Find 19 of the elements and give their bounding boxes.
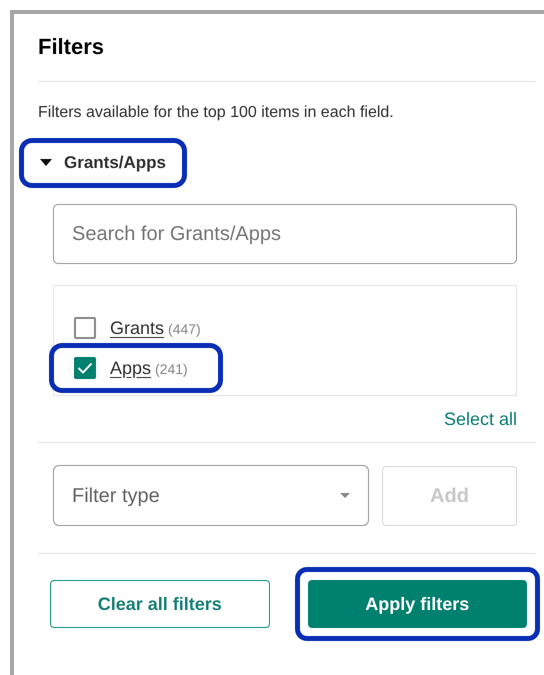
clear-button[interactable]: Clear all filters xyxy=(50,580,270,628)
filter-option[interactable]: Grants (447) xyxy=(54,308,231,348)
description: Filters available for the top 100 items in each field. xyxy=(38,103,395,123)
checkbox[interactable] xyxy=(74,317,96,339)
filter-option[interactable]: Apps (241) xyxy=(54,348,218,388)
select-all-link[interactable]: Select all xyxy=(444,408,517,430)
panel-title: Filters xyxy=(38,34,104,59)
search-field[interactable]: Search for Grants/Apps xyxy=(53,204,517,264)
section-toggle[interactable]: Grants/Apps xyxy=(24,143,182,183)
checkbox[interactable] xyxy=(74,357,96,379)
option-count: (241) xyxy=(155,360,188,379)
apply-button[interactable]: Apply filters xyxy=(308,580,527,628)
check-icon xyxy=(77,362,93,374)
option-count: (447) xyxy=(168,320,201,339)
filter-type-select[interactable]: Filter type xyxy=(53,465,369,526)
dropdown-caret-icon xyxy=(340,493,350,498)
caret-icon xyxy=(40,159,52,167)
option-link[interactable]: Apps xyxy=(110,354,152,382)
option-link[interactable]: Grants xyxy=(110,314,164,342)
